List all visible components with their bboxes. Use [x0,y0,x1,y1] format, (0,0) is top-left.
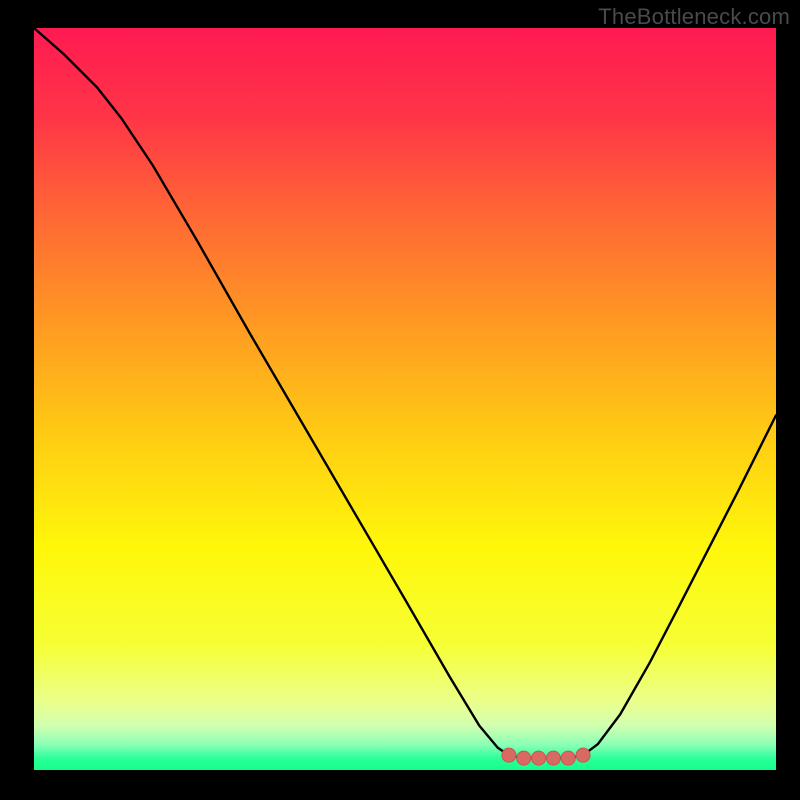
gradient-background [34,28,776,770]
optimum-marker [502,748,516,762]
optimum-marker [561,751,575,765]
optimum-marker [532,751,546,765]
optimum-marker [517,751,531,765]
optimum-marker [576,748,590,762]
watermark-text: TheBottleneck.com [598,4,790,30]
chart-root: TheBottleneck.com [0,0,800,800]
optimum-marker [546,751,560,765]
plot-area [34,28,776,770]
chart-svg [34,28,776,770]
